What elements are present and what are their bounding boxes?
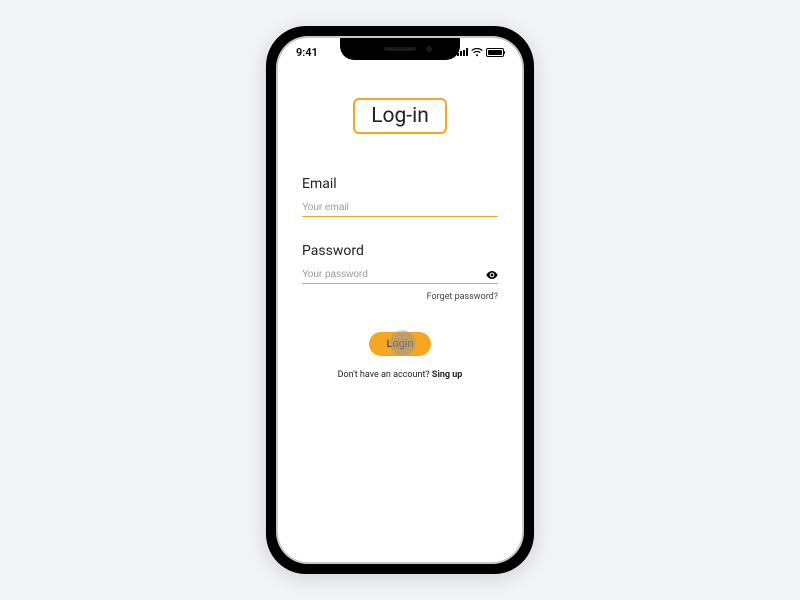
eye-icon[interactable]	[486, 271, 498, 279]
password-input[interactable]	[302, 269, 486, 280]
login-content: Log-in Email Password	[278, 38, 522, 380]
speaker	[384, 47, 416, 51]
password-label: Password	[302, 243, 498, 259]
front-camera	[426, 46, 432, 52]
email-input[interactable]	[302, 202, 498, 213]
login-button[interactable]: Login	[369, 332, 432, 356]
phone-bezel: 9:41 Log-in Email	[276, 36, 524, 564]
signup-prompt: Don't have an account?	[338, 370, 432, 380]
signup-row: Don't have an account? Sing up	[302, 370, 498, 380]
notch	[340, 38, 460, 60]
forgot-password-link[interactable]: Forget password?	[302, 292, 498, 302]
login-button-wrap: Login	[302, 332, 498, 356]
screen: 9:41 Log-in Email	[278, 38, 522, 562]
phone-frame: 9:41 Log-in Email	[266, 26, 534, 574]
status-indicators	[457, 48, 504, 57]
status-time: 9:41	[296, 46, 318, 59]
password-input-row	[302, 269, 498, 284]
page-title: Log-in	[353, 98, 447, 134]
login-form: Email Password Forget pa	[302, 176, 498, 380]
email-label: Email	[302, 176, 498, 192]
wifi-icon	[471, 48, 483, 57]
email-field-group: Email	[302, 176, 498, 217]
password-field-group: Password Forget password?	[302, 243, 498, 302]
battery-icon	[486, 48, 504, 57]
email-input-row	[302, 202, 498, 217]
signup-link[interactable]: Sing up	[432, 370, 462, 380]
